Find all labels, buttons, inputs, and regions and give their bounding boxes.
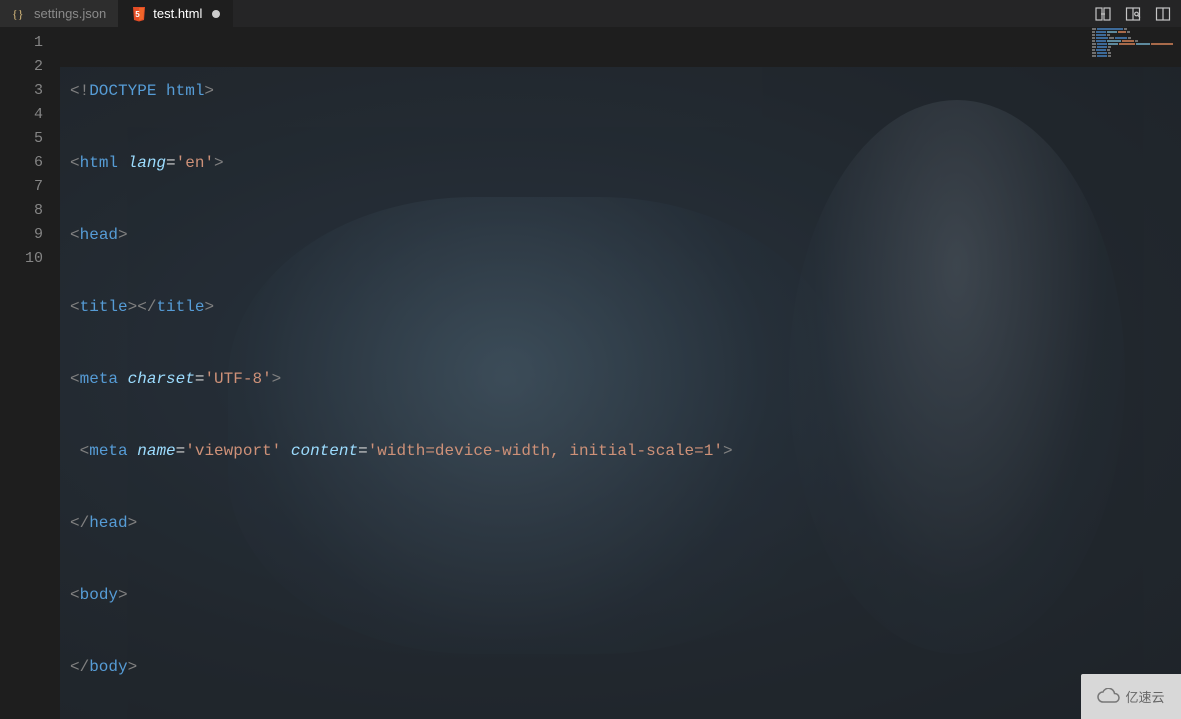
tab-dirty-indicator-icon	[212, 10, 220, 18]
code-line: <title></title>	[55, 295, 1181, 319]
minimap[interactable]	[1086, 27, 1181, 719]
compare-icon[interactable]	[1095, 6, 1111, 22]
line-number: 1	[0, 31, 55, 55]
html-icon: 5	[131, 6, 147, 22]
code-line: <html lang='en'>	[55, 151, 1181, 175]
line-number: 2	[0, 55, 55, 79]
editor-area: 1 2 3 4 5 6 7 8 9 10 <!DOCTYPE html> <ht…	[0, 27, 1181, 719]
line-number: 5	[0, 127, 55, 151]
editor[interactable]: 1 2 3 4 5 6 7 8 9 10 <!DOCTYPE html> <ht…	[0, 27, 1181, 719]
line-number: 10	[0, 247, 55, 271]
line-number: 9	[0, 223, 55, 247]
code-content[interactable]: <!DOCTYPE html> <html lang='en'> <head> …	[55, 27, 1181, 719]
watermark-badge: 亿速云	[1081, 674, 1181, 719]
tab-label: settings.json	[34, 6, 106, 21]
code-line: </body>	[55, 655, 1181, 679]
svg-text:{}: {}	[12, 7, 24, 21]
code-line: <!DOCTYPE html>	[55, 79, 1181, 103]
code-line: <body>	[55, 583, 1181, 607]
line-number: 3	[0, 79, 55, 103]
code-line: <meta name='viewport' content='width=dev…	[55, 439, 1181, 463]
line-number: 6	[0, 151, 55, 175]
watermark-text: 亿速云	[1125, 687, 1164, 706]
tab-settings-json[interactable]: {} settings.json	[0, 0, 119, 27]
tab-label: test.html	[153, 6, 202, 21]
line-number-gutter: 1 2 3 4 5 6 7 8 9 10	[0, 27, 55, 719]
svg-text:5: 5	[135, 10, 140, 19]
editor-action-bar	[1085, 6, 1181, 22]
open-preview-icon[interactable]	[1125, 6, 1141, 22]
tab-bar: {} settings.json 5 test.html	[0, 0, 1181, 27]
code-line: </head>	[55, 511, 1181, 535]
tab-test-html[interactable]: 5 test.html	[119, 0, 233, 27]
line-number: 7	[0, 175, 55, 199]
code-line: <meta charset='UTF-8'>	[55, 367, 1181, 391]
line-number: 4	[0, 103, 55, 127]
code-line: <head>	[55, 223, 1181, 247]
split-editor-icon[interactable]	[1155, 6, 1171, 22]
json-icon: {}	[12, 6, 28, 22]
cloud-icon: 亿速云	[1097, 687, 1164, 706]
line-number: 8	[0, 199, 55, 223]
